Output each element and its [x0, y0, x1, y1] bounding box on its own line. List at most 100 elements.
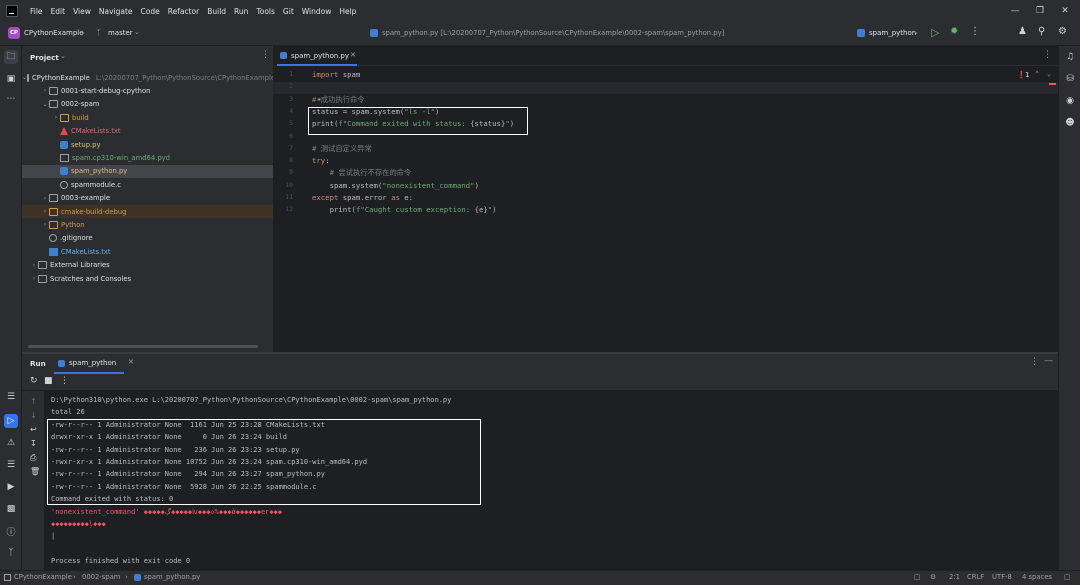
- more-actions-icon[interactable]: ⋮: [970, 26, 980, 37]
- code-line[interactable]: except spam.error as e:: [312, 193, 413, 202]
- notifications-icon[interactable]: ♫: [1063, 50, 1077, 64]
- menu-edit[interactable]: Edit: [47, 7, 70, 16]
- add-user-icon[interactable]: ♟: [1018, 26, 1027, 37]
- code-line[interactable]: spam.system("nonexistent_command"): [312, 181, 479, 190]
- branch-selector[interactable]: master: [108, 29, 133, 37]
- database-icon[interactable]: ⛁: [1063, 72, 1077, 86]
- tree-item[interactable]: spam.cp310-win_amd64.pyd: [22, 151, 273, 164]
- crumb-project[interactable]: CPythonExample: [14, 573, 72, 581]
- chevron-right-icon[interactable]: ›: [30, 275, 38, 282]
- run-panel-options-icon[interactable]: ⋮: [1030, 357, 1039, 367]
- project-panel-title[interactable]: Project: [30, 53, 59, 62]
- tab-close-icon[interactable]: ✕: [350, 51, 356, 59]
- project-dropdown-icon[interactable]: ⌄: [80, 28, 86, 36]
- tree-item[interactable]: CMakeLists.txt: [22, 125, 273, 138]
- structure-icon[interactable]: ▣: [4, 72, 18, 86]
- menu-view[interactable]: View: [69, 7, 95, 16]
- run-tab-close-icon[interactable]: ✕: [128, 358, 134, 366]
- horizontal-scrollbar[interactable]: [28, 345, 258, 348]
- chevron-right-icon[interactable]: ›: [41, 195, 49, 202]
- tree-item[interactable]: spammodule.c: [22, 178, 273, 191]
- menu-file[interactable]: File: [26, 7, 47, 16]
- menu-run[interactable]: Run: [230, 7, 252, 16]
- rerun-icon[interactable]: ↻: [30, 376, 38, 386]
- chevron-right-icon[interactable]: ›: [30, 262, 38, 269]
- tab-spam-python[interactable]: spam_python.py ✕: [277, 46, 357, 66]
- editor-options-icon[interactable]: ⋮: [1043, 50, 1052, 60]
- code-line[interactable]: print(f"Caught custom exception: {e}"): [312, 205, 497, 214]
- code-editor[interactable]: 1 import spam 2 3 # 成功执行命令 4 status = spam.sys…: [273, 66, 1058, 352]
- layout-icon[interactable]: □: [914, 573, 920, 581]
- scroll-to-end-icon[interactable]: ↧: [30, 439, 37, 448]
- menu-window[interactable]: Window: [298, 7, 336, 16]
- code-line[interactable]: try:: [312, 156, 330, 165]
- run-config-dropdown-icon[interactable]: ⌄: [913, 28, 919, 36]
- debug-icon[interactable]: ✹: [950, 26, 958, 37]
- chevron-right-icon[interactable]: ›: [52, 114, 60, 121]
- clear-console-icon[interactable]: 🗑: [30, 467, 40, 476]
- cursor-position[interactable]: 2:1: [949, 573, 960, 581]
- tree-item[interactable]: ⌄ CPythonExample L:\20200707_Python\Pytho…: [22, 71, 275, 84]
- menu-help[interactable]: Help: [335, 7, 360, 16]
- run-tab-spam-python[interactable]: spam_python ✕: [54, 354, 134, 374]
- menu-build[interactable]: Build: [203, 7, 230, 16]
- problems-icon[interactable]: ⚠: [4, 436, 18, 450]
- chevron-down-icon[interactable]: ⌄: [41, 101, 49, 108]
- crumb-folder[interactable]: 0002-spam: [82, 573, 120, 581]
- stop-icon[interactable]: ■: [44, 376, 53, 386]
- chevron-right-icon[interactable]: ›: [41, 208, 49, 215]
- scroll-up-icon[interactable]: ↑: [30, 397, 37, 406]
- terminal-icon[interactable]: ▩: [4, 502, 18, 516]
- ai-assistant-icon[interactable]: ◉: [1063, 94, 1077, 108]
- git-icon[interactable]: ᛉ: [4, 546, 18, 560]
- code-line[interactable]: import spam: [312, 70, 360, 79]
- branch-dropdown-icon[interactable]: ⌄: [134, 28, 140, 36]
- error-count[interactable]: 1: [1025, 71, 1029, 79]
- tree-item[interactable]: › cmake-build-debug: [22, 205, 273, 218]
- restore-icon[interactable]: ❐: [1033, 4, 1047, 18]
- print-icon[interactable]: ⎙: [30, 453, 36, 463]
- project-panel-options-icon[interactable]: ⋮: [261, 50, 270, 60]
- menu-refactor[interactable]: Refactor: [164, 7, 203, 16]
- menu-tools[interactable]: Tools: [252, 7, 278, 16]
- todo-icon[interactable]: ☰: [4, 458, 18, 472]
- chevron-right-icon[interactable]: ›: [41, 87, 49, 94]
- search-icon[interactable]: ⚲: [1038, 26, 1045, 37]
- services-icon[interactable]: ▶: [4, 480, 18, 494]
- code-line[interactable]: # 尝试执行不存在的命令: [312, 168, 412, 178]
- tree-item[interactable]: › External Libraries: [22, 259, 273, 272]
- prev-error-icon[interactable]: ⌃: [1035, 70, 1039, 78]
- code-line[interactable]: # 测试自定义异常: [312, 144, 372, 154]
- copilot-icon[interactable]: ☻: [1063, 116, 1077, 130]
- project-folder-icon[interactable]: 🗀: [4, 50, 18, 64]
- info-icon[interactable]: ⓘ: [4, 524, 18, 538]
- lock-icon[interactable]: □: [1064, 573, 1070, 581]
- plugin-icon[interactable]: ⚙: [930, 573, 936, 581]
- tree-item[interactable]: › Python: [22, 218, 273, 231]
- run-tool-icon[interactable]: ▷: [4, 414, 18, 428]
- indent-setting[interactable]: 4 spaces: [1022, 573, 1052, 581]
- tree-item[interactable]: spam_python.py: [22, 164, 273, 178]
- tree-item[interactable]: › 0001-start-debug-cpython: [22, 84, 273, 97]
- crumb-file[interactable]: spam_python.py: [144, 573, 200, 581]
- tree-item[interactable]: › Scratches and Consoles: [22, 272, 273, 285]
- run-icon[interactable]: ▷: [931, 26, 939, 39]
- soft-wrap-icon[interactable]: ↩: [30, 425, 37, 434]
- close-icon[interactable]: ✕: [1058, 4, 1072, 18]
- tree-item[interactable]: › build: [22, 111, 273, 124]
- menu-git[interactable]: Git: [279, 7, 298, 16]
- intention-bulb-icon[interactable]: ☀: [317, 96, 321, 104]
- line-separator[interactable]: CRLF: [967, 573, 984, 581]
- run-config-selector[interactable]: spam_python: [869, 29, 916, 37]
- chevron-right-icon[interactable]: ›: [41, 221, 49, 228]
- tree-item[interactable]: setup.py: [22, 138, 273, 151]
- project-selector[interactable]: CPythonExample: [24, 29, 84, 37]
- settings-gear-icon[interactable]: ⚙: [1058, 26, 1067, 37]
- file-encoding[interactable]: UTF-8: [992, 573, 1012, 581]
- next-error-icon[interactable]: ⌄: [1047, 70, 1051, 78]
- project-view-dropdown-icon[interactable]: ⌄: [60, 52, 66, 60]
- tree-item[interactable]: .gitignore: [22, 232, 273, 245]
- tree-item[interactable]: › 0003-example: [22, 192, 273, 205]
- tree-item[interactable]: CMakeLists.txt: [22, 245, 273, 258]
- more-tools-icon[interactable]: ⋯: [4, 92, 18, 106]
